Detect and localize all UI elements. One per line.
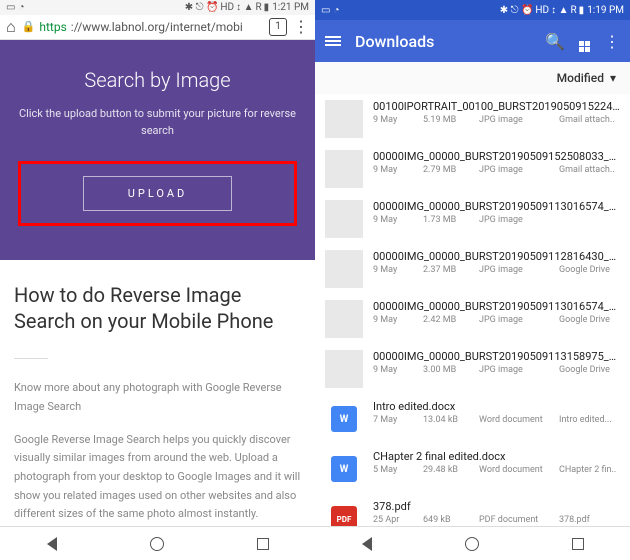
sort-bar[interactable]: Modified ▾ [315, 62, 630, 94]
file-meta: 9 May2.79 MBJPG imageGmail attach.. [373, 165, 620, 175]
file-meta: 9 May2.37 MBJPG imageGoogle Drive [373, 265, 620, 275]
file-row[interactable]: 00000IMG_00000_BURST20190509112816430_C.… [315, 244, 630, 294]
overview-button[interactable] [257, 538, 269, 550]
article-title: How to do Reverse Image Search on your M… [14, 282, 301, 334]
status-icon: ◔ [18, 2, 24, 13]
file-name: 00000IMG_00000_BURST20190509113016574_C.… [373, 300, 620, 313]
menu-icon[interactable] [325, 34, 341, 48]
file-row[interactable]: W Intro edited.docx 7 May13.04 kBWord docu… [315, 394, 630, 444]
file-row[interactable]: 00000IMG_00000_BURST20190509113158975_C.… [315, 344, 630, 394]
file-meta: 9 May3.00 MBJPG imageGoogle Drive [373, 365, 620, 375]
article-lead: Know more about any photograph with Goog… [14, 379, 301, 416]
file-meta: 9 May1.73 MBJPG image [373, 215, 620, 225]
hero-subtitle: Click the upload button to submit your p… [14, 106, 301, 139]
file-row[interactable]: 00100lPORTRAIT_00100_BURST20190509152241… [315, 94, 630, 144]
file-name: 00000IMG_00000_BURST20190509113158975_C.… [373, 350, 620, 363]
file-name: 378.pdf [373, 500, 620, 513]
image-thumbnail [325, 300, 363, 338]
back-button[interactable] [47, 537, 57, 551]
file-meta: 5 May29.48 kBWord documentCHapter 2 fin.… [373, 465, 620, 475]
status-time: 1:19 PM [587, 5, 624, 16]
status-icon: ▭ [321, 5, 330, 16]
url-field[interactable]: 🔒 https://www.labnol.org/internet/mobi [22, 20, 263, 34]
sort-label: Modified [557, 71, 604, 85]
file-name: 00000IMG_00000_BURST20190509152508033_C.… [373, 150, 620, 163]
file-meta: 9 May2.42 MBJPG imageGoogle Drive [373, 315, 620, 325]
file-list: 00100lPORTRAIT_00100_BURST20190509152241… [315, 94, 630, 560]
image-thumbnail [325, 200, 363, 238]
address-bar: ⌂ 🔒 https://www.labnol.org/internet/mobi… [0, 15, 315, 40]
search-icon[interactable]: 🔍 [545, 32, 565, 51]
file-row[interactable]: W CHapter 2 final edited.docx 5 May29.48 k… [315, 444, 630, 494]
hero-title: Search by Image [14, 68, 301, 92]
status-bar: ▭ ◔ ✱ ⎋ ⏰ HD ↕ ▲ R ▮ 1:19 PM [315, 0, 630, 20]
file-meta: 25 Apr649 kBPDF document378.pdf [373, 515, 620, 525]
article-paragraph: Google Reverse Image Search helps you qu… [14, 431, 301, 524]
file-name: CHapter 2 final edited.docx [373, 450, 620, 463]
status-icon: ▭ [6, 2, 15, 13]
image-thumbnail [325, 150, 363, 188]
hero-section: Search by Image Click the upload button … [0, 40, 315, 260]
status-icons: ✱ ⎋ ⏰ HD ↕ ▲ R ▮ [185, 2, 269, 13]
more-menu-icon[interactable]: ⋮ [604, 32, 620, 51]
android-nav-bar [315, 526, 630, 560]
tab-switcher[interactable]: 1 [269, 18, 287, 36]
image-thumbnail [325, 250, 363, 288]
divider [14, 358, 48, 359]
file-row[interactable]: 00000IMG_00000_BURST20190509152508033_C.… [315, 144, 630, 194]
article-body: How to do Reverse Image Search on your M… [0, 260, 315, 560]
file-meta: 7 May13.04 kBWord documentIntro edited..… [373, 415, 620, 425]
more-menu-icon[interactable]: ⋮ [293, 17, 309, 36]
home-icon[interactable]: ⌂ [6, 17, 16, 37]
status-time: 1:21 PM [272, 2, 309, 13]
image-thumbnail [325, 350, 363, 388]
overview-button[interactable] [572, 538, 584, 550]
status-icon: ◔ [333, 5, 339, 16]
status-bar: ▭ ◔ ✱ ⎋ ⏰ HD ↕ ▲ R ▮ 1:21 PM [0, 0, 315, 15]
file-row[interactable]: 00000IMG_00000_BURST20190509113016574_C.… [315, 194, 630, 244]
home-button[interactable] [465, 537, 479, 551]
file-name: 00000IMG_00000_BURST20190509112816430_C.… [373, 250, 620, 263]
file-row[interactable]: 00000IMG_00000_BURST20190509113016574_C.… [315, 294, 630, 344]
word-icon: W [331, 456, 357, 482]
word-icon: W [331, 406, 357, 432]
back-button[interactable] [362, 537, 372, 551]
grid-view-icon[interactable] [579, 31, 590, 52]
upload-highlight: UPLOAD [18, 161, 297, 226]
upload-button[interactable]: UPLOAD [83, 176, 233, 211]
browser-screen: ▭ ◔ ✱ ⎋ ⏰ HD ↕ ▲ R ▮ 1:21 PM ⌂ 🔒 https:/… [0, 0, 315, 560]
android-nav-bar [0, 526, 315, 560]
status-icons: ✱ ⎋ ⏰ HD ↕ ▲ R ▮ [500, 5, 584, 16]
home-button[interactable] [150, 537, 164, 551]
file-name: 00000IMG_00000_BURST20190509113016574_C.… [373, 200, 620, 213]
url-text: ://www.labnol.org/internet/mobi [71, 20, 243, 34]
downloads-screen: ▭ ◔ ✱ ⎋ ⏰ HD ↕ ▲ R ▮ 1:19 PM Downloads 🔍… [315, 0, 630, 560]
lock-icon: 🔒 [22, 20, 36, 33]
app-bar: Downloads 🔍 ⋮ [315, 20, 630, 62]
image-thumbnail [325, 100, 363, 138]
file-name: Intro edited.docx [373, 400, 620, 413]
file-name: 00100lPORTRAIT_00100_BURST20190509152241… [373, 100, 620, 113]
app-title: Downloads [355, 32, 531, 51]
file-meta: 9 May5.19 MBJPG imageGmail attach.. [373, 115, 620, 125]
chevron-down-icon: ▾ [610, 71, 616, 85]
